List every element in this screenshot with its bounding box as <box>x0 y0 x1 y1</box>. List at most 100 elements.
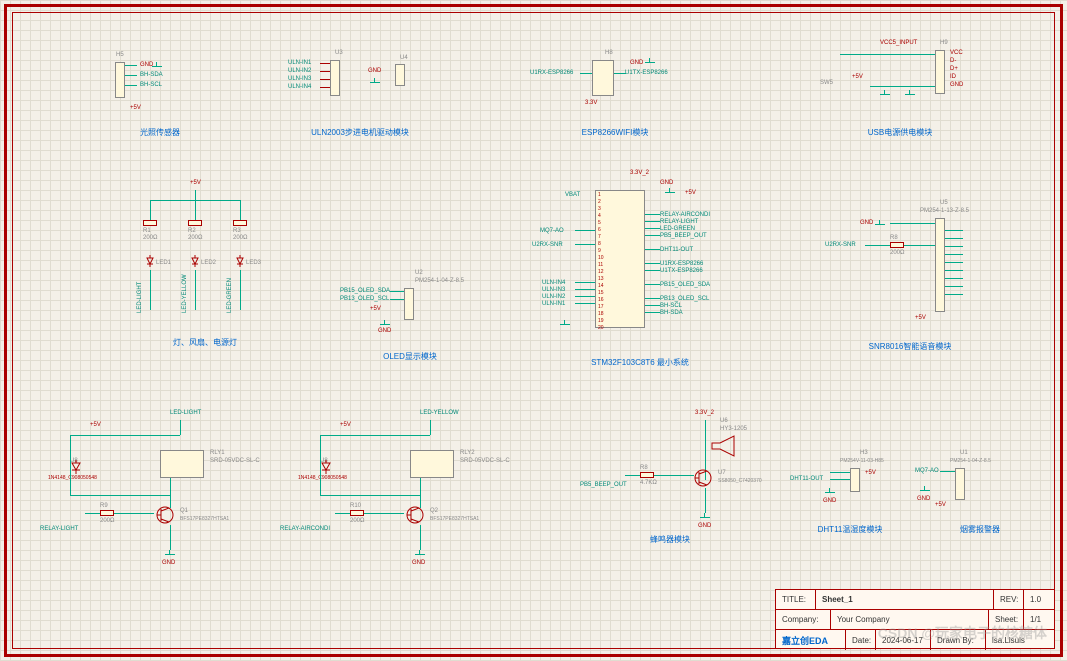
block-oled: U2 PM254-1-04-Z-8.5 PB15_OLED_SDA PB13_O… <box>340 270 480 340</box>
net-mq7: MQ7-AO <box>915 468 939 474</box>
block-title: STM32F103C8T6 最小系统 <box>530 357 750 368</box>
wire <box>125 65 137 66</box>
gnd-symbol <box>875 220 885 228</box>
ref-h8: H8 <box>605 50 613 56</box>
resistor-r1 <box>143 220 157 226</box>
part-q1: BFS17PE8327HTSA1 <box>180 516 229 522</box>
block-dht11: H3 PM254V-11-03-H85 DHT11-OUT GND +5V DH… <box>790 450 910 530</box>
rval-r10: 200Ω <box>350 518 365 524</box>
buzzer-icon <box>710 435 740 457</box>
wire <box>625 475 640 476</box>
net-uln-in4: ULN-IN4 <box>288 84 311 90</box>
rval: 200Ω <box>188 235 203 241</box>
ref-u7: U7 <box>718 470 726 476</box>
block-buzzer: 3.3V_2 U6 HY3-1205 R8 4.7KΩ PB5_BEEP_OUT… <box>580 410 760 540</box>
wire <box>364 513 404 514</box>
ref-h3: H3 <box>860 450 868 456</box>
sheet-rev: 1.0 <box>1024 590 1054 609</box>
block-relay1: LED-LIGHT +5V RLY1 SRD-05VDC-SL-C U8 1N4… <box>40 410 260 570</box>
net-uln2: ULN-IN2 <box>542 294 565 300</box>
net-u1tx: U1TX-ESP8266 <box>660 268 703 274</box>
block-stm32: 3.3V_2 GND +5V VBAT MQ7-AO U2RX-SNR ULN-… <box>530 170 750 350</box>
block-usb-power: VCC5_INPUT H9 VCC D- D+ ID GND SW5 +5V U… <box>810 40 990 120</box>
rval: 200Ω <box>233 235 248 241</box>
wire <box>945 230 963 231</box>
pin-3v3: 3.3V_2 <box>695 410 714 416</box>
net-led-green: LED-GREEN <box>660 226 695 232</box>
ref-u1: U1 <box>960 450 968 456</box>
wire <box>575 296 595 297</box>
ref-led1: LED1 <box>156 260 171 266</box>
wire <box>830 472 850 473</box>
pin-gnd: GND <box>660 180 673 186</box>
wire <box>945 254 963 255</box>
wire <box>150 200 151 220</box>
block-title: ESP8266WIFI模块 <box>530 127 700 138</box>
pin-gnd: GND <box>412 560 425 566</box>
connector <box>850 468 860 492</box>
ref-h9: H9 <box>940 40 948 46</box>
net-relay-ac: RELAY-AIRCONDI <box>660 212 710 218</box>
wire <box>645 298 660 299</box>
wire <box>945 262 963 263</box>
wire <box>580 73 592 74</box>
wire <box>575 303 595 304</box>
wire <box>865 245 890 246</box>
wire <box>320 71 330 72</box>
pin-5v: +5V <box>130 105 141 111</box>
net-u1rx: U1RX-ESP8266 <box>660 261 703 267</box>
net-bh-scl: BH-SCL <box>660 303 682 309</box>
gnd-symbol <box>165 550 175 558</box>
wire <box>420 478 421 508</box>
ref-r9: R9 <box>100 503 108 509</box>
wire <box>125 75 137 76</box>
connector-usb <box>935 50 945 94</box>
pin-5v: +5V <box>340 422 351 428</box>
ref-r2: R2 <box>188 228 196 234</box>
gnd-symbol <box>560 320 570 328</box>
led-2 <box>191 255 199 267</box>
net-mq7: MQ7-AO <box>540 228 564 234</box>
pin-gnd: GND <box>823 498 836 504</box>
net-oled-sda: PB15_OLED_SDA <box>340 288 390 294</box>
block-uln2003: U3 ULN-IN1 ULN-IN2 ULN-IN3 ULN-IN4 U4 GN… <box>280 50 440 120</box>
ref-led3: LED3 <box>246 260 261 266</box>
gnd-symbol <box>665 188 675 196</box>
ref-rly1: RLY1 <box>210 450 225 456</box>
wire <box>390 291 404 292</box>
net-led-green: LED-GREEN <box>227 278 233 313</box>
transistor-icon <box>155 505 175 525</box>
resistor-r9 <box>100 510 114 516</box>
label-company: Company: <box>776 610 831 629</box>
connector <box>404 288 414 320</box>
part-smoke: PM254-1-04-Z-8.5 <box>950 458 991 464</box>
block-title: 灯、风扇、电源灯 <box>130 337 280 348</box>
connector <box>115 62 125 98</box>
ref-q2: Q2 <box>430 508 438 514</box>
net-uln1: ULN-IN1 <box>542 301 565 307</box>
part-buzzer: HY3-1205 <box>720 426 747 432</box>
part-dht: PM254V-11-03-H85 <box>840 458 884 464</box>
ref-q1: Q1 <box>180 508 188 514</box>
wire <box>195 270 196 310</box>
ref-u3: U3 <box>335 50 343 56</box>
gnd-symbol <box>825 488 835 496</box>
block-title: USB电源供电模块 <box>810 127 990 138</box>
wire <box>170 478 171 508</box>
gnd-symbol <box>880 90 890 98</box>
wire <box>320 79 330 80</box>
ref-r10: R10 <box>350 503 361 509</box>
resistor-r2 <box>188 220 202 226</box>
part-oled: PM254-1-04-Z-8.5 <box>415 278 464 284</box>
sheet-date: 2024-06-17 <box>876 630 931 650</box>
pin-gnd: GND <box>698 523 711 529</box>
wire <box>575 244 595 245</box>
gnd-symbol <box>370 78 380 86</box>
wire <box>945 286 963 287</box>
pin-5v: +5V <box>190 180 201 186</box>
net-relay-light: RELAY-LIGHT <box>660 219 698 225</box>
label-sheet: Sheet: <box>989 610 1024 629</box>
pin-3v3-2: 3.3V_2 <box>630 170 649 176</box>
part-rly2: SRD-05VDC-SL-C <box>460 458 510 464</box>
wire <box>945 246 963 247</box>
